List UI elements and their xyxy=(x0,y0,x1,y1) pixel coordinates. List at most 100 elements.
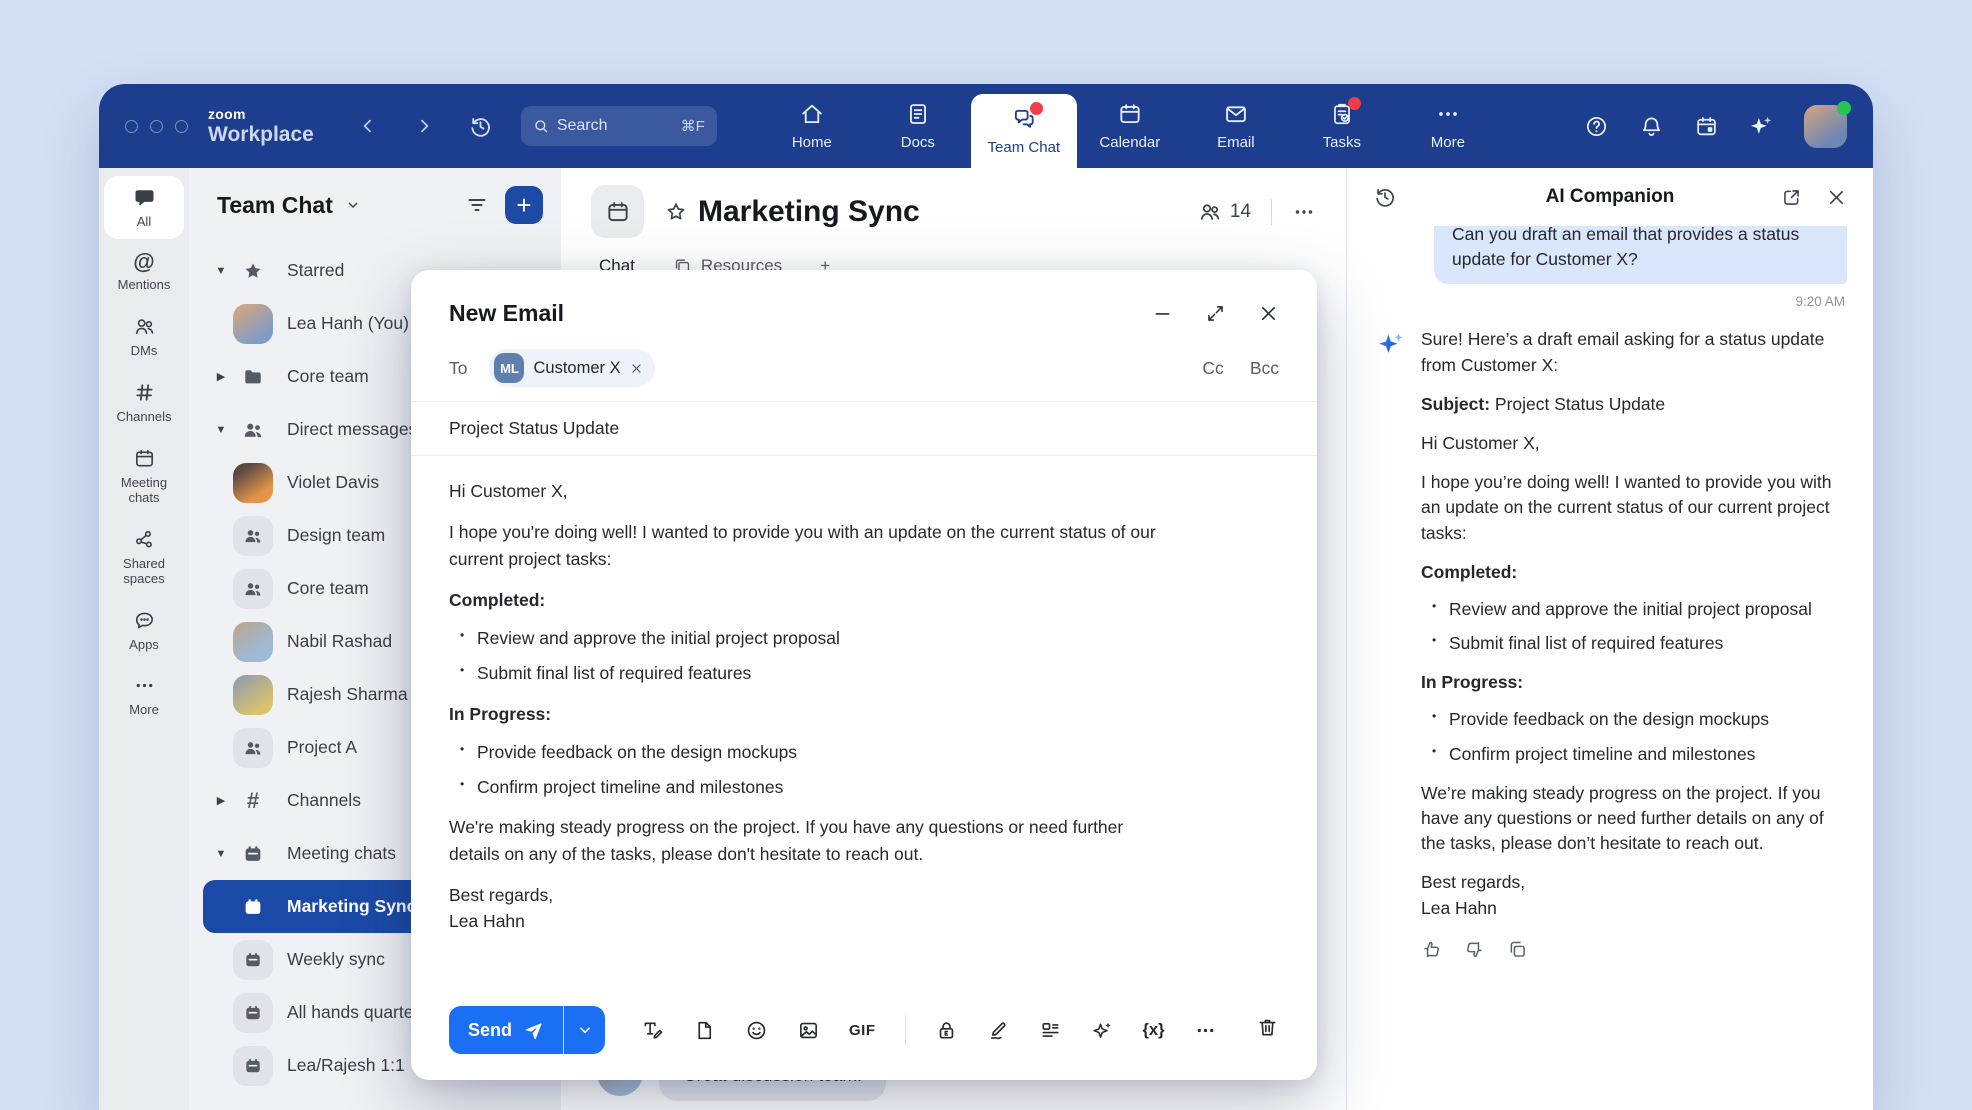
history-icon[interactable] xyxy=(468,114,493,139)
gif-button[interactable]: GIF xyxy=(849,1022,876,1039)
zoom-workplace-logo: zoom Workplace xyxy=(208,84,314,168)
recipient-name: Customer X xyxy=(533,359,620,378)
sidebar-item-all[interactable]: All xyxy=(104,176,184,239)
team-chat-icon xyxy=(1011,106,1037,132)
remove-recipient-icon[interactable] xyxy=(630,362,643,375)
to-field[interactable]: To ML Customer X Cc Bcc xyxy=(411,341,1317,401)
filter-icon[interactable] xyxy=(465,193,489,217)
sidebar-item-shared-spaces[interactable]: Shared spaces xyxy=(104,518,184,596)
nav-tab-label: Tasks xyxy=(1323,134,1361,151)
in-progress-heading: In Progress: xyxy=(1421,670,1847,695)
bcc-button[interactable]: Bcc xyxy=(1250,358,1279,379)
caret-down-icon[interactable]: ▼ xyxy=(209,265,233,277)
chat-item-label: Meeting chats xyxy=(287,843,396,864)
calendar-icon xyxy=(1117,101,1143,127)
copy-icon[interactable] xyxy=(1507,939,1528,960)
user-avatar[interactable] xyxy=(1804,105,1847,148)
back-icon[interactable] xyxy=(358,116,378,136)
modal-title: New Email xyxy=(449,300,564,327)
caret-down-icon[interactable]: ▼ xyxy=(209,848,233,860)
thumbs-up-icon[interactable] xyxy=(1421,939,1442,960)
nav-tab-docs[interactable]: Docs xyxy=(865,84,971,168)
sidebar-item-meeting-chats[interactable]: Meeting chats xyxy=(104,437,184,515)
caret-right-icon[interactable]: ▶ xyxy=(209,370,233,383)
more-h-button[interactable] xyxy=(1194,1019,1217,1042)
nav-tab-email[interactable]: Email xyxy=(1183,84,1289,168)
nav-tab-tasks[interactable]: Tasks xyxy=(1289,84,1395,168)
maximize-window-icon[interactable] xyxy=(175,120,188,133)
new-chat-button[interactable]: + xyxy=(505,186,543,224)
ai-sparkle-button[interactable] xyxy=(1091,1019,1114,1042)
people-filled-icon xyxy=(243,579,263,599)
open-external-icon[interactable] xyxy=(1781,187,1802,208)
close-window-icon[interactable] xyxy=(125,120,138,133)
format-text-button[interactable] xyxy=(641,1019,664,1042)
ai-signature: Best regards,Lea Hahn xyxy=(1421,870,1847,920)
avatar-rajesh xyxy=(233,675,273,715)
ai-intro: Sure! Here’s a draft email asking for a … xyxy=(1421,327,1847,377)
encrypt-button[interactable] xyxy=(935,1019,958,1042)
minimize-icon[interactable] xyxy=(1152,303,1173,324)
subject-field[interactable]: Project Status Update xyxy=(411,402,1317,455)
brand-workplace: Workplace xyxy=(208,124,314,145)
chevron-down-icon xyxy=(577,1022,593,1038)
star-filled-icon xyxy=(242,260,264,282)
sidebar-item-label: Meeting chats xyxy=(106,476,182,506)
emoji-button[interactable] xyxy=(745,1019,768,1042)
attach-file-button[interactable] xyxy=(693,1019,716,1042)
chat-list-title[interactable]: Team Chat xyxy=(217,192,333,219)
chat-item-label: Design team xyxy=(287,525,385,546)
avatar xyxy=(233,622,273,662)
sidebar-item-channels[interactable]: Channels xyxy=(104,371,184,434)
star-icon[interactable] xyxy=(664,200,688,224)
more-options-icon[interactable] xyxy=(1292,200,1316,224)
help-icon[interactable] xyxy=(1584,114,1609,139)
template-button[interactable] xyxy=(1039,1019,1062,1042)
completed-heading: Completed: xyxy=(449,587,1173,613)
expand-icon[interactable] xyxy=(1205,303,1226,324)
traffic-lights xyxy=(125,84,188,168)
nav-tab-team-chat[interactable]: Team Chat xyxy=(971,94,1077,168)
caret-down-icon[interactable]: ▼ xyxy=(209,424,233,436)
ai-sparkle-icon xyxy=(1091,1019,1114,1042)
image-button[interactable] xyxy=(797,1019,820,1042)
notifications-icon[interactable] xyxy=(1639,114,1664,139)
send-options-button[interactable] xyxy=(563,1006,605,1054)
people-filled-icon xyxy=(242,419,264,441)
sidebar-item-label: Mentions xyxy=(118,278,171,293)
member-count[interactable]: 14 xyxy=(1198,200,1251,224)
sidebar-item-apps[interactable]: Apps xyxy=(104,599,184,662)
encrypt-icon xyxy=(935,1019,958,1042)
caret-right-icon[interactable]: ▶ xyxy=(209,794,233,807)
nav-tab-home[interactable]: Home xyxy=(759,84,865,168)
sidebar-item-label: Shared spaces xyxy=(106,557,182,587)
star-filled-icon xyxy=(233,251,273,291)
discard-draft-button[interactable] xyxy=(1256,1016,1279,1044)
close-icon[interactable] xyxy=(1826,187,1847,208)
chevron-down-icon[interactable] xyxy=(345,197,361,213)
thumbs-down-icon[interactable] xyxy=(1464,939,1485,960)
send-button[interactable]: Send xyxy=(449,1006,563,1054)
schedule-icon[interactable] xyxy=(1694,114,1719,139)
recipient-chip[interactable]: ML Customer X xyxy=(489,349,654,387)
nav-tab-calendar[interactable]: Calendar xyxy=(1077,84,1183,168)
forward-icon[interactable] xyxy=(414,116,434,136)
signature-button[interactable] xyxy=(987,1019,1010,1042)
email-icon xyxy=(1223,101,1249,127)
sidebar-item-dms[interactable]: DMs xyxy=(104,305,184,368)
email-body-editor[interactable]: Hi Customer X, I hope you're doing well!… xyxy=(411,456,1211,992)
close-icon[interactable] xyxy=(1258,303,1279,324)
nav-tab-more[interactable]: More xyxy=(1395,84,1501,168)
minimize-window-icon[interactable] xyxy=(150,120,163,133)
sidebar-item-mentions[interactable]: @Mentions xyxy=(104,242,184,302)
ai-sparkle-white-icon[interactable] xyxy=(1749,114,1774,139)
sidebar-item-more[interactable]: More xyxy=(104,664,184,727)
chat-item-label: Direct messages xyxy=(287,419,417,440)
avatar xyxy=(233,304,273,344)
cc-button[interactable]: Cc xyxy=(1202,358,1223,379)
search-input[interactable]: Search ⌘F xyxy=(521,106,717,146)
calendar-filled-icon-tile xyxy=(233,940,273,980)
attach-file-icon xyxy=(693,1019,716,1042)
variables-button[interactable]: {x} xyxy=(1143,1021,1165,1040)
chat-list-header: Team Chat + xyxy=(189,186,561,224)
